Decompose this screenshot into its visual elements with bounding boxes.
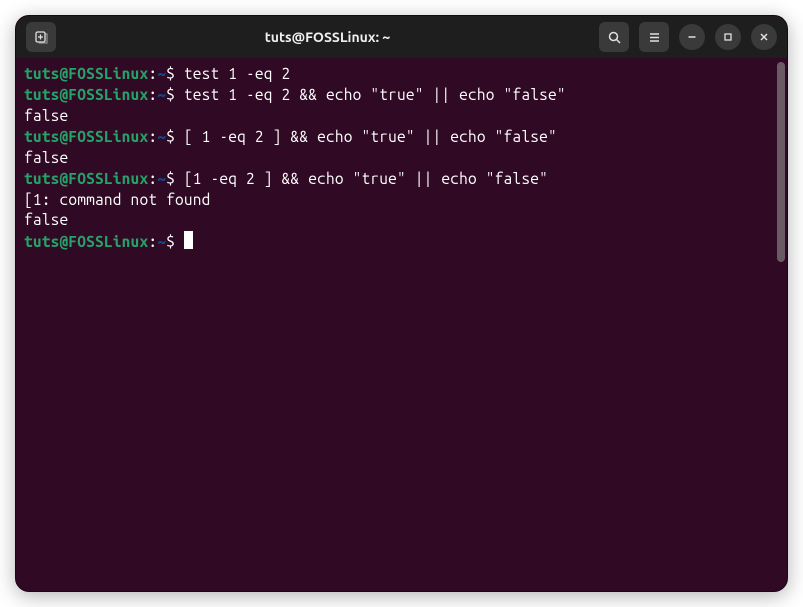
hamburger-icon [647, 30, 662, 45]
terminal-line: [1: command not found [24, 190, 779, 211]
command-text: test 1 -eq 2 [184, 65, 291, 82]
output-text: false [24, 107, 68, 124]
minimize-button[interactable] [679, 24, 705, 50]
minimize-icon [686, 31, 698, 43]
menu-button[interactable] [639, 22, 669, 52]
maximize-icon [722, 31, 734, 43]
search-icon [607, 30, 622, 45]
output-text: false [24, 149, 68, 166]
terminal-body[interactable]: tuts@FOSSLinux:~$ test 1 -eq 2tuts@FOSSL… [16, 58, 787, 591]
search-button[interactable] [599, 22, 629, 52]
prompt-user: tuts@FOSSLinux [24, 128, 148, 145]
prompt-user: tuts@FOSSLinux [24, 86, 148, 103]
titlebar-right [599, 22, 777, 52]
terminal-line: false [24, 106, 779, 127]
terminal-line: false [24, 148, 779, 169]
close-icon [758, 31, 770, 43]
prompt-colon: : [148, 128, 157, 145]
prompt-path: ~ [157, 86, 166, 103]
prompt-symbol: $ [166, 128, 184, 145]
prompt-path: ~ [157, 170, 166, 187]
maximize-button[interactable] [715, 24, 741, 50]
titlebar-left [26, 22, 56, 52]
prompt-colon: : [148, 170, 157, 187]
scrollbar[interactable] [777, 62, 785, 262]
terminal-line: tuts@FOSSLinux:~$ test 1 -eq 2 && echo "… [24, 85, 779, 106]
terminal-line: tuts@FOSSLinux:~$ [1 -eq 2 ] && echo "tr… [24, 169, 779, 190]
prompt-path: ~ [157, 233, 166, 250]
prompt-symbol: $ [166, 170, 184, 187]
new-tab-icon [33, 29, 49, 45]
command-text: [1 -eq 2 ] && echo "true" || echo "false… [184, 170, 548, 187]
terminal-line: tuts@FOSSLinux:~$ test 1 -eq 2 [24, 64, 779, 85]
command-text: [ 1 -eq 2 ] && echo "true" || echo "fals… [184, 128, 557, 145]
window-title: tuts@FOSSLinux: ~ [56, 29, 599, 45]
cursor [184, 231, 193, 249]
prompt-colon: : [148, 233, 157, 250]
terminal-line: tuts@FOSSLinux:~$ [24, 231, 779, 253]
new-tab-button[interactable] [26, 22, 56, 52]
prompt-user: tuts@FOSSLinux [24, 170, 148, 187]
prompt-colon: : [148, 65, 157, 82]
prompt-path: ~ [157, 65, 166, 82]
prompt-path: ~ [157, 128, 166, 145]
prompt-colon: : [148, 86, 157, 103]
prompt-symbol: $ [166, 65, 184, 82]
terminal-window: tuts@FOSSLinux: ~ [15, 15, 788, 592]
terminal-line: false [24, 210, 779, 231]
terminal-lines: tuts@FOSSLinux:~$ test 1 -eq 2tuts@FOSSL… [24, 64, 779, 253]
prompt-user: tuts@FOSSLinux [24, 233, 148, 250]
titlebar: tuts@FOSSLinux: ~ [16, 16, 787, 58]
output-text: false [24, 211, 68, 228]
prompt-symbol: $ [166, 86, 184, 103]
close-button[interactable] [751, 24, 777, 50]
prompt-symbol: $ [166, 233, 184, 250]
terminal-line: tuts@FOSSLinux:~$ [ 1 -eq 2 ] && echo "t… [24, 127, 779, 148]
output-text: [1: command not found [24, 191, 210, 208]
prompt-user: tuts@FOSSLinux [24, 65, 148, 82]
command-text: test 1 -eq 2 && echo "true" || echo "fal… [184, 86, 566, 103]
